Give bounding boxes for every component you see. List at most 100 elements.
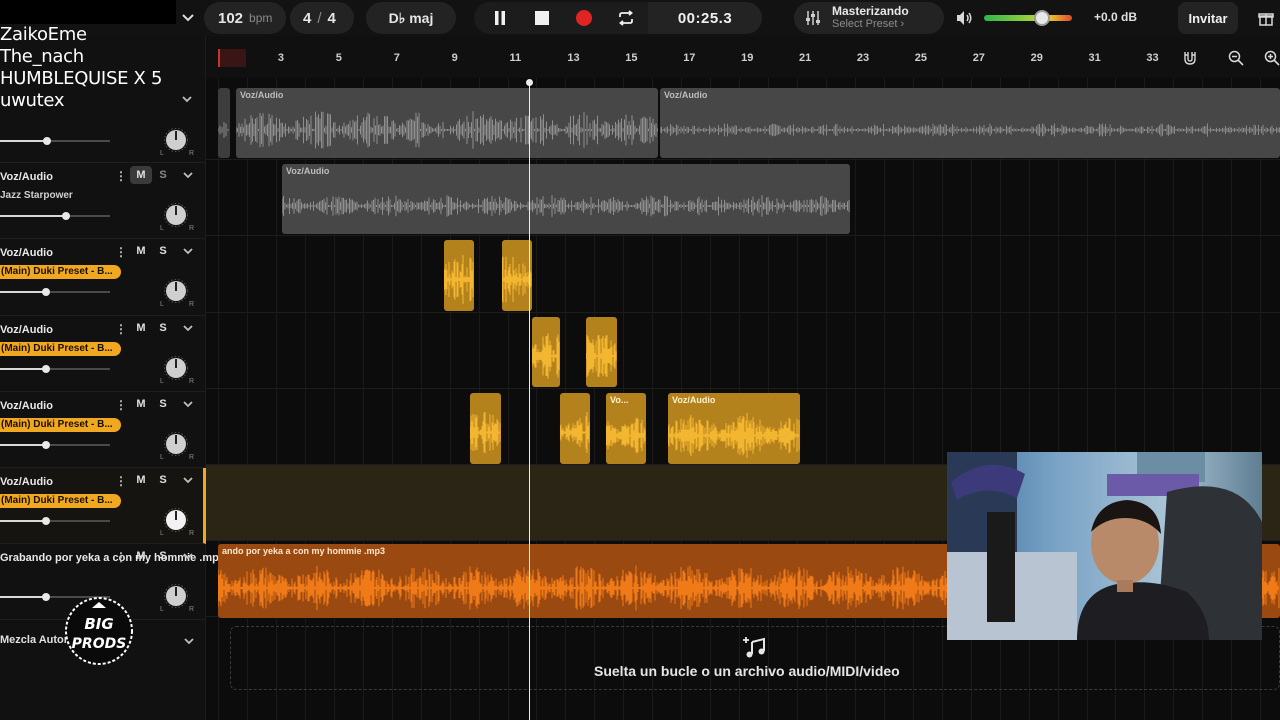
- pan-left-label: L: [160, 225, 164, 232]
- speaker-button[interactable]: [946, 2, 982, 34]
- pan-knob[interactable]: [164, 584, 188, 608]
- pan-left-label: L: [160, 530, 164, 537]
- audio-clip-grey[interactable]: Voz/Audio: [236, 88, 658, 158]
- record-button[interactable]: [566, 2, 602, 34]
- pan-knob[interactable]: [164, 356, 188, 380]
- track-volume-knob[interactable]: [42, 517, 50, 525]
- audio-clip-yellow[interactable]: [444, 240, 474, 311]
- mute-button[interactable]: M: [130, 395, 152, 413]
- track-volume-knob[interactable]: [62, 212, 70, 220]
- audio-clip-yellow[interactable]: [470, 393, 501, 464]
- loop-start-marker[interactable]: [218, 49, 246, 67]
- playhead[interactable]: [529, 80, 530, 720]
- mastering-control[interactable]: Masterizando Select Preset ›: [794, 2, 944, 34]
- more-options-icon[interactable]: ⋮: [115, 398, 127, 412]
- track-header-3[interactable]: Voz/Audio ⋮ M S (Main) Duki Preset - B... L R: [0, 239, 206, 316]
- audio-clip-yellow[interactable]: [532, 317, 560, 387]
- time-signature-control[interactable]: 4 / 4: [290, 2, 354, 34]
- clip-label: Vo...: [610, 395, 629, 405]
- pan-right-label: R: [189, 606, 195, 613]
- solo-button[interactable]: S: [154, 166, 172, 184]
- mute-button[interactable]: M: [130, 242, 152, 260]
- more-options-icon[interactable]: ⋮: [115, 322, 127, 336]
- pan-knob[interactable]: [164, 279, 188, 303]
- snap-magnet-button[interactable]: [1182, 50, 1206, 74]
- ruler-bar-number: 7: [393, 52, 400, 64]
- drop-zone-text: Suelta un bucle o un archivo audio/MIDI/…: [594, 663, 900, 679]
- effect-preset-label[interactable]: Jazz Starpower: [0, 190, 73, 201]
- gift-button[interactable]: [1248, 2, 1280, 34]
- track-volume-knob[interactable]: [42, 593, 50, 601]
- mute-button[interactable]: M: [130, 547, 152, 565]
- chevron-down-icon[interactable]: [180, 320, 196, 336]
- chevron-down-icon[interactable]: [180, 472, 196, 488]
- mute-button[interactable]: M: [130, 166, 152, 184]
- solo-button[interactable]: S: [154, 547, 172, 565]
- track-header-4[interactable]: Voz/Audio ⋮ M S (Main) Duki Preset - B... L R: [0, 316, 206, 392]
- more-options-icon[interactable]: ⋮: [115, 550, 127, 564]
- zoom-out-button[interactable]: [1228, 50, 1252, 74]
- master-volume-knob[interactable]: [1034, 10, 1051, 26]
- solo-button[interactable]: S: [154, 471, 172, 489]
- mute-button[interactable]: M: [130, 319, 152, 337]
- stop-button[interactable]: [524, 2, 560, 34]
- audio-clip-yellow[interactable]: [586, 317, 617, 387]
- chevron-down-icon[interactable]: [180, 396, 196, 412]
- solo-button[interactable]: S: [154, 242, 172, 260]
- chevron-right-icon: ›: [900, 18, 905, 30]
- more-options-icon[interactable]: ⋮: [115, 245, 127, 259]
- clip-label: Voz/Audio: [672, 395, 716, 405]
- track-volume-knob[interactable]: [43, 137, 51, 145]
- audio-clip-grey[interactable]: [218, 88, 230, 158]
- track-header-6[interactable]: Voz/Audio ⋮ M S (Main) Duki Preset - B... L R: [0, 468, 206, 544]
- pan-knob[interactable]: [164, 128, 188, 152]
- chevron-down-icon[interactable]: [180, 167, 196, 183]
- zoom-in-button[interactable]: [1264, 50, 1280, 74]
- effect-preset-badge[interactable]: (Main) Duki Preset - B...: [0, 265, 121, 279]
- audio-clip-yellow[interactable]: Voz/Audio: [668, 393, 800, 464]
- pan-knob[interactable]: [164, 508, 188, 532]
- pan-knob[interactable]: [164, 432, 188, 456]
- chevron-down-icon[interactable]: [180, 243, 196, 259]
- track-volume-slider[interactable]: [0, 137, 110, 145]
- more-options-icon[interactable]: ⋮: [115, 474, 127, 488]
- audio-clip-yellow[interactable]: [502, 240, 532, 311]
- more-options-icon[interactable]: ⋮: [115, 169, 127, 183]
- effect-preset-badge[interactable]: (Main) Duki Preset - B...: [0, 342, 121, 356]
- chevron-down-icon[interactable]: [182, 634, 196, 648]
- pan-knob[interactable]: [164, 203, 188, 227]
- key-value: D♭ maj: [388, 9, 434, 26]
- solo-button[interactable]: S: [154, 395, 172, 413]
- track-volume-slider[interactable]: [0, 441, 110, 449]
- track-name: Voz/Audio: [0, 400, 53, 412]
- track-volume-slider[interactable]: [0, 212, 110, 220]
- track-volume-slider[interactable]: [0, 288, 110, 296]
- track-name: Voz/Audio: [0, 247, 53, 259]
- audio-clip-yellow[interactable]: Vo...: [606, 393, 646, 464]
- solo-button[interactable]: S: [154, 319, 172, 337]
- loop-button[interactable]: [608, 2, 644, 34]
- audio-clip-grey[interactable]: Voz/Audio: [282, 164, 850, 234]
- track-volume-knob[interactable]: [42, 365, 50, 373]
- timeline-ruler[interactable]: 13579111315171921232527293133: [206, 36, 1280, 78]
- stop-icon: [535, 11, 549, 25]
- track-volume-slider[interactable]: [0, 365, 110, 373]
- chevron-down-icon[interactable]: [180, 548, 196, 564]
- audio-clip-grey[interactable]: Voz/Audio: [660, 88, 1280, 158]
- key-control[interactable]: D♭ maj: [366, 2, 456, 34]
- track-header-2[interactable]: Voz/Audio ⋮ M S Jazz Starpower L R: [0, 163, 206, 239]
- invite-button[interactable]: Invitar: [1178, 2, 1238, 34]
- track-volume-knob[interactable]: [42, 441, 50, 449]
- pause-button[interactable]: [482, 2, 518, 34]
- bpm-control[interactable]: 102 bpm: [204, 2, 286, 34]
- audio-clip-yellow[interactable]: [560, 393, 590, 464]
- track-volume-knob[interactable]: [42, 288, 50, 296]
- effect-preset-badge[interactable]: (Main) Duki Preset - B...: [0, 494, 121, 508]
- track-header-5[interactable]: Voz/Audio ⋮ M S (Main) Duki Preset - B... L R: [0, 392, 206, 468]
- effect-preset-badge[interactable]: (Main) Duki Preset - B...: [0, 418, 121, 432]
- track-volume-slider[interactable]: [0, 517, 110, 525]
- mute-button[interactable]: M: [130, 471, 152, 489]
- track-lane-3[interactable]: [206, 236, 1280, 313]
- master-volume-slider[interactable]: [984, 10, 1072, 26]
- track-lane-4[interactable]: [206, 313, 1280, 389]
